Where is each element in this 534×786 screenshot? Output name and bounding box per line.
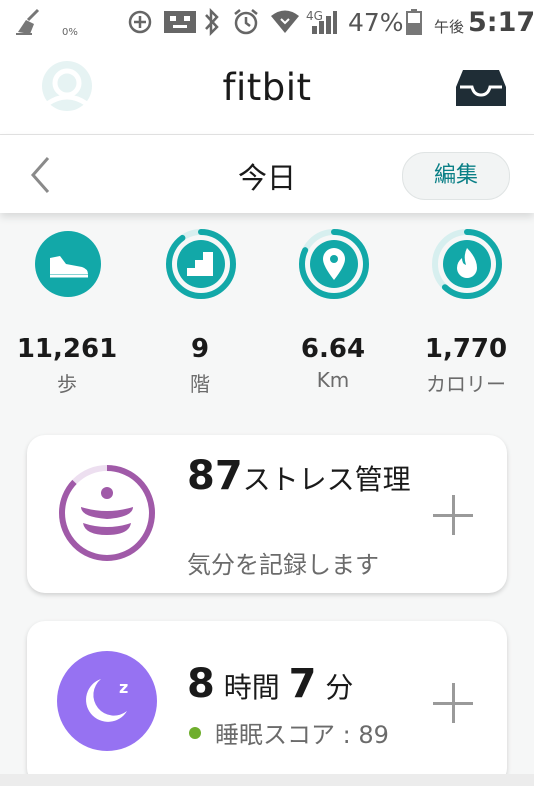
broom-icon	[14, 0, 44, 44]
add-circle-icon	[128, 0, 152, 44]
bluetooth-icon	[203, 0, 221, 44]
sleep-minutes: 7	[288, 661, 317, 707]
battery-percent: 47%	[348, 7, 404, 37]
inbox-icon[interactable]	[455, 69, 507, 111]
sleep-hours-unit: 時間	[223, 671, 280, 704]
sleep-minutes-unit: 分	[325, 671, 354, 704]
stress-card[interactable]: 87ストレス管理 気分を記録します	[27, 435, 507, 593]
mindfulness-icon	[81, 487, 133, 535]
sleep-score-row: 睡眠スコア : 89	[189, 715, 389, 750]
stress-title: ストレス管理	[242, 463, 411, 496]
edit-button[interactable]: 編集	[402, 152, 510, 200]
steps-value: 11,261	[16, 334, 118, 364]
distance-value: 6.64	[300, 334, 366, 364]
clock-time: 5:17	[468, 6, 534, 38]
steps-ring	[35, 231, 101, 297]
signal-icon	[310, 0, 338, 44]
sleep-hours: 8	[187, 661, 215, 707]
floors-value: 9	[190, 334, 210, 364]
battery-icon	[406, 0, 422, 44]
stress-heading: 87ストレス管理	[187, 453, 417, 503]
wifi-icon	[270, 0, 300, 44]
sleep-add-icon[interactable]	[433, 683, 473, 723]
robot-icon	[163, 0, 197, 44]
ampm-label: 午後	[434, 17, 465, 36]
distance-unit: Km	[316, 368, 350, 392]
svg-text:z: z	[119, 678, 128, 697]
stress-ring	[57, 463, 157, 567]
app-title: fitbit	[222, 66, 312, 109]
status-bar: 0% 4G 47% 午後 5:17	[0, 0, 534, 44]
alarm-icon	[232, 0, 260, 44]
sleep-duration: 8 時間 7 分	[187, 661, 353, 707]
day-navigation-bar: 今日 編集	[0, 135, 534, 213]
calories-unit: カロリー	[426, 372, 506, 396]
app-header: fitbit	[0, 44, 534, 135]
floors-ring	[166, 229, 236, 299]
stress-score: 87	[187, 453, 243, 499]
calories-value: 1,770	[424, 334, 508, 364]
floors-unit: 階	[190, 372, 210, 396]
stats-row: 11,261 歩 9 階 6.64 Km 1,770 カロリー	[0, 222, 534, 400]
stress-subtitle: 気分を記録します	[187, 551, 379, 579]
steps-unit: 歩	[57, 372, 77, 396]
sleep-status-dot	[189, 726, 201, 739]
sleep-card[interactable]: z 8 時間 7 分 睡眠スコア : 89	[27, 621, 507, 786]
sleep-badge: z	[57, 651, 157, 755]
stress-add-icon[interactable]	[433, 495, 473, 535]
sleep-score-text: 睡眠スコア : 89	[215, 721, 389, 749]
distance-ring	[299, 229, 369, 299]
bottom-edge	[0, 774, 534, 786]
calories-ring	[432, 229, 502, 299]
